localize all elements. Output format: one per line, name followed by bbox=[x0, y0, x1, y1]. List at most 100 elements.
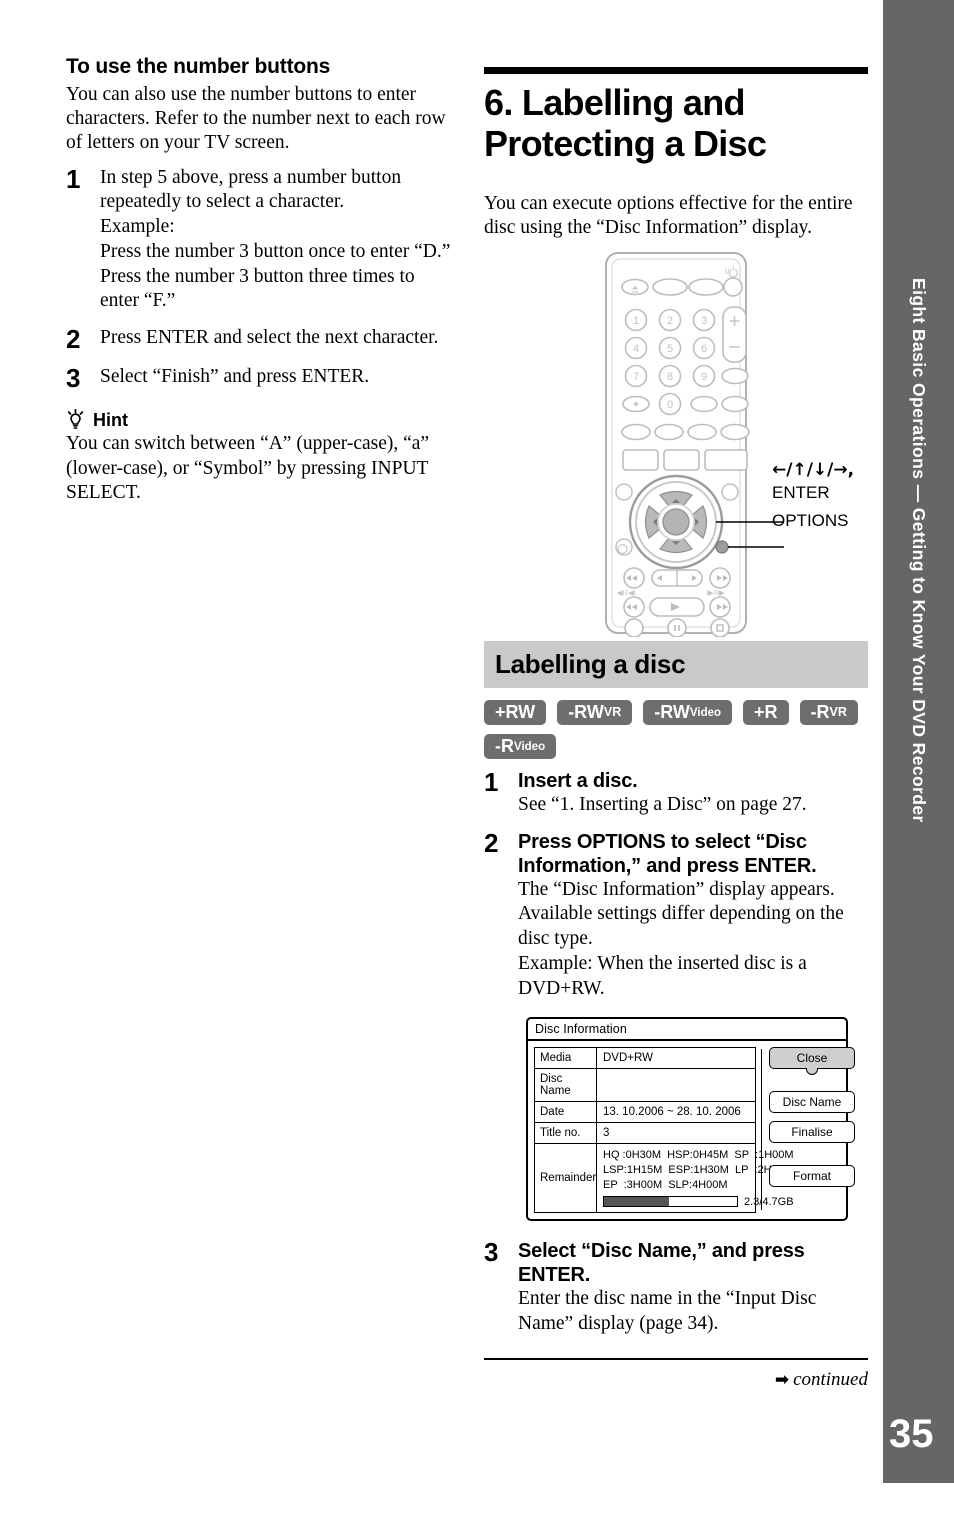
remainder-line: HQ :0H30M HSP:0H45M SP :1H00M bbox=[603, 1149, 794, 1162]
page-title: 6. Labelling and Protecting a Disc bbox=[484, 82, 767, 165]
disc-information-dialog: Disc Information Media DVD+RW Disc Name … bbox=[526, 1017, 855, 1221]
dialog-divider bbox=[761, 1049, 762, 1210]
disc-badge-minus-r-vr: -R VR bbox=[799, 699, 858, 725]
step-line: Example: When the inserted disc is a DVD… bbox=[518, 952, 807, 999]
left-subheading: To use the number buttons bbox=[66, 55, 331, 78]
disc-usage-meter bbox=[603, 1196, 738, 1208]
disc-badge-minus-rw-video: -RW Video bbox=[643, 699, 733, 725]
step-number: 1 bbox=[484, 766, 499, 797]
disc-name-button[interactable]: Disc Name bbox=[769, 1091, 855, 1114]
dialog-body: Media DVD+RW Disc Name Date 13. 10.2006 … bbox=[528, 1041, 855, 1219]
step-bold-line: Select “Disc Name,” and press ENTER. bbox=[518, 1239, 805, 1286]
row-key: Media bbox=[535, 1048, 597, 1069]
svg-text:3: 3 bbox=[701, 315, 707, 327]
format-button[interactable]: Format bbox=[769, 1165, 855, 1188]
hint-block: Hint You can switch between “A” (upper-c… bbox=[66, 409, 452, 505]
step-number: 2 bbox=[66, 324, 81, 355]
step-line: Enter the disc name in the “Input Disc N… bbox=[518, 1287, 817, 1334]
step-body: Press ENTER and select the next characte… bbox=[100, 326, 452, 353]
row-value: 3 bbox=[603, 1127, 610, 1140]
svg-text:2: 2 bbox=[667, 315, 673, 327]
step-item: 2 Press OPTIONS to select “Disc Informat… bbox=[484, 827, 868, 1002]
running-head-text: Eight Basic Operations — Getting to Know… bbox=[909, 278, 929, 823]
step-item: 3 Select “Disc Name,” and press ENTER. E… bbox=[484, 1239, 868, 1337]
finalise-button[interactable]: Finalise bbox=[769, 1121, 855, 1144]
right-steps-list: 1 Insert a disc. See “1. Inserting a Dis… bbox=[484, 769, 868, 1002]
table-row: Media DVD+RW bbox=[534, 1047, 756, 1070]
disc-information-screenshot: Disc Information Media DVD+RW Disc Name … bbox=[526, 1017, 868, 1221]
step-item: 1 In step 5 above, press a number button… bbox=[66, 163, 452, 315]
step-number: 3 bbox=[66, 362, 81, 393]
footer-rule bbox=[484, 1358, 868, 1361]
disc-badge-plus-r: +R bbox=[743, 699, 789, 725]
remainder-line: LSP:1H15M ESP:1H30M LP :2H00M bbox=[603, 1164, 793, 1177]
disc-badge-minus-r-video: -R Video bbox=[484, 733, 557, 759]
step-line: In step 5 above, press a number button r… bbox=[100, 166, 402, 213]
remainder-line: EP :3H00M SLP:4H00M bbox=[603, 1179, 728, 1191]
row-value bbox=[597, 1069, 755, 1101]
svg-text:9: 9 bbox=[701, 371, 707, 383]
step-line: Press ENTER and select the next characte… bbox=[100, 327, 439, 349]
table-row: Date 13. 10.2006 ~ 28. 10. 2006 bbox=[534, 1101, 756, 1124]
step-line: Press the number 3 button three times to… bbox=[100, 265, 415, 312]
section-band: Labelling a disc bbox=[484, 640, 868, 688]
svg-text:◀II/◀I: ◀II/◀I bbox=[617, 590, 636, 597]
table-row-remainder: Remainder HQ :0H30M HSP:0H45M SP :1H00M … bbox=[534, 1143, 794, 1213]
callout-arrow-keys: ←/↑/↓/→, bbox=[772, 459, 855, 480]
step-line: Press the number 3 button once to enter … bbox=[100, 240, 451, 262]
table-row: Title no. 3 bbox=[534, 1122, 756, 1145]
left-column: To use the number buttons You can also u… bbox=[66, 55, 452, 511]
step-number: 3 bbox=[484, 1236, 499, 1267]
step-body: Select “Finish” and press ENTER. bbox=[100, 365, 452, 392]
row-key: Date bbox=[535, 1102, 597, 1123]
left-intro-paragraph: You can also use the number buttons to e… bbox=[66, 83, 446, 154]
row-key: Disc Name bbox=[535, 1069, 597, 1102]
right-column: 6. Labelling and Protecting a Disc You c… bbox=[484, 55, 868, 1391]
close-button[interactable]: Close bbox=[769, 1047, 855, 1076]
row-key: Remainder bbox=[535, 1144, 597, 1212]
right-intro-paragraph: You can execute options effective for th… bbox=[484, 193, 853, 239]
step-bold-line: Press OPTIONS to select “Disc Informatio… bbox=[518, 830, 817, 877]
row-value: DVD+RW bbox=[603, 1052, 653, 1065]
svg-text:I▶/II▶: I▶/II▶ bbox=[706, 590, 725, 597]
step-number: 2 bbox=[484, 827, 499, 858]
lightbulb-icon bbox=[66, 409, 85, 431]
section-band-title: Labelling a disc bbox=[495, 648, 686, 679]
step-line: The “Disc Information” display appears. … bbox=[518, 878, 844, 950]
svg-text:4: 4 bbox=[633, 343, 639, 355]
arrow-right-icon: ➡ bbox=[774, 1370, 790, 1391]
disc-usage-meter-row: 2.3/4.7GB bbox=[603, 1196, 794, 1208]
svg-text:6: 6 bbox=[701, 343, 707, 355]
step-item: 2 Press ENTER and select the next charac… bbox=[66, 326, 452, 353]
dialog-button-column: Close Disc Name Finalise Format bbox=[769, 1047, 855, 1212]
footer-continued: ➡ continued bbox=[484, 1369, 868, 1391]
svg-text:5: 5 bbox=[667, 343, 673, 355]
section-rule bbox=[484, 67, 868, 74]
hint-text: You can switch between “A” (upper-case),… bbox=[66, 433, 430, 503]
page-number: 35 bbox=[889, 1412, 934, 1456]
svg-text:0: 0 bbox=[667, 399, 673, 411]
step-item: 1 Insert a disc. See “1. Inserting a Dis… bbox=[484, 769, 868, 818]
remote-control-illustration: I/ 123 4 5 6 7 8 9 0 ◀II/◀I I▶/II▶ ←/↑/↓… bbox=[484, 247, 868, 638]
step-body: In step 5 above, press a number button r… bbox=[100, 166, 452, 315]
hint-header: Hint bbox=[66, 409, 452, 431]
svg-text:1: 1 bbox=[633, 315, 639, 327]
table-row: Disc Name bbox=[534, 1068, 756, 1103]
step-line: Select “Finish” and press ENTER. bbox=[100, 365, 370, 387]
row-key: Title no. bbox=[535, 1123, 597, 1144]
callout-options: OPTIONS bbox=[772, 511, 849, 531]
manual-page: Eight Basic Operations — Getting to Know… bbox=[0, 0, 954, 1483]
remote-control-svg: I/ 123 4 5 6 7 8 9 0 ◀II/◀I I▶/II▶ bbox=[605, 251, 784, 638]
dialog-title: Disc Information bbox=[528, 1019, 846, 1042]
running-head-sidebar: Eight Basic Operations — Getting to Know… bbox=[883, 0, 954, 1483]
step-bold-line: Insert a disc. bbox=[518, 769, 638, 792]
right-steps-list-continued: 3 Select “Disc Name,” and press ENTER. E… bbox=[484, 1239, 868, 1337]
svg-text:8: 8 bbox=[667, 371, 673, 383]
step-body: Insert a disc. See “1. Inserting a Disc”… bbox=[518, 769, 868, 818]
step-line: Example: bbox=[100, 216, 175, 238]
remote-callout-labels: ←/↑/↓/→, ENTER OPTIONS bbox=[772, 459, 854, 533]
callout-enter: ENTER bbox=[772, 482, 830, 502]
step-number: 1 bbox=[66, 163, 81, 194]
step-body: Select “Disc Name,” and press ENTER. Ent… bbox=[518, 1239, 868, 1337]
disc-format-badge-list: +RW -RW VR -RW Video +R -R VR -R Video bbox=[484, 699, 868, 759]
